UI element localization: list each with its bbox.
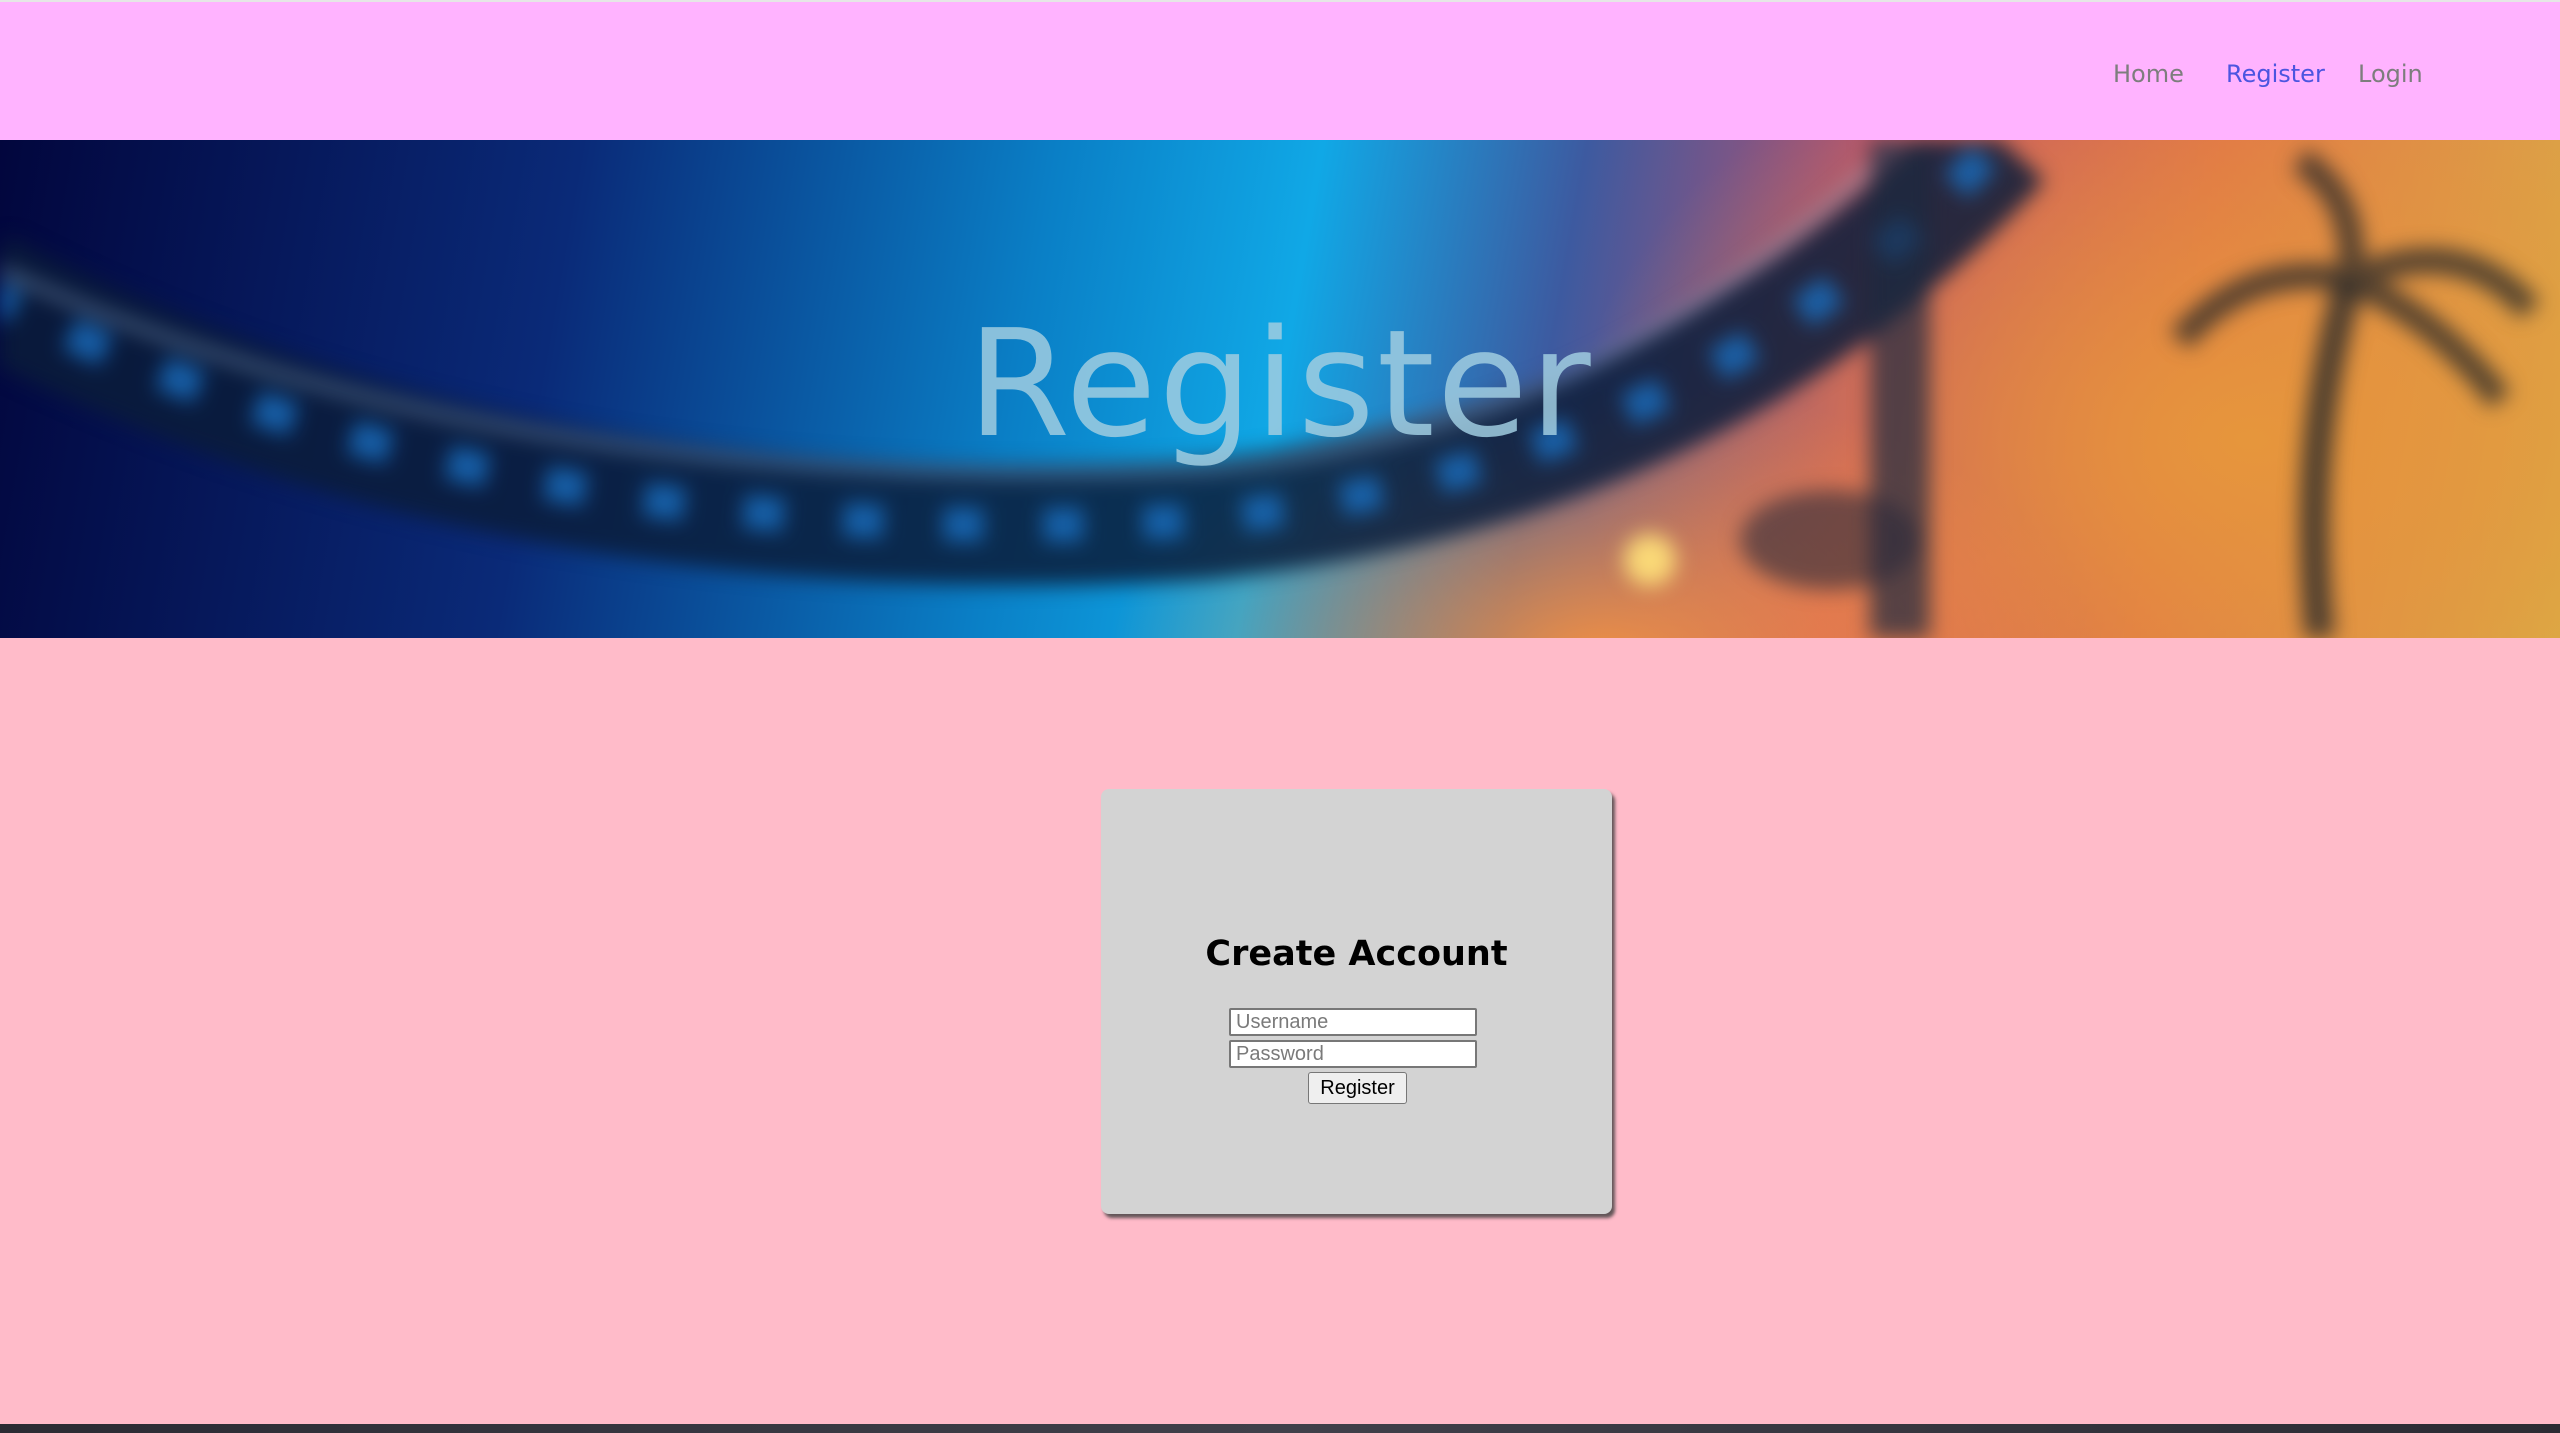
register-button[interactable]: Register [1308, 1072, 1407, 1104]
form-title: Create Account [1205, 934, 1508, 974]
hero-title: Register [967, 298, 1593, 470]
bottom-edge [0, 1424, 2560, 1433]
nav-link-register[interactable]: Register [2226, 60, 2325, 88]
hero-banner: Register [0, 140, 2560, 638]
username-input[interactable] [1229, 1008, 1477, 1036]
password-input[interactable] [1229, 1040, 1477, 1068]
register-card: Create Account Register [1101, 789, 1612, 1214]
navbar: Home Register Login [0, 2, 2560, 140]
nav-link-home[interactable]: Home [2113, 60, 2184, 88]
nav-link-login[interactable]: Login [2358, 60, 2423, 88]
page: Home Register Login Register Create Acco… [0, 0, 2560, 1433]
